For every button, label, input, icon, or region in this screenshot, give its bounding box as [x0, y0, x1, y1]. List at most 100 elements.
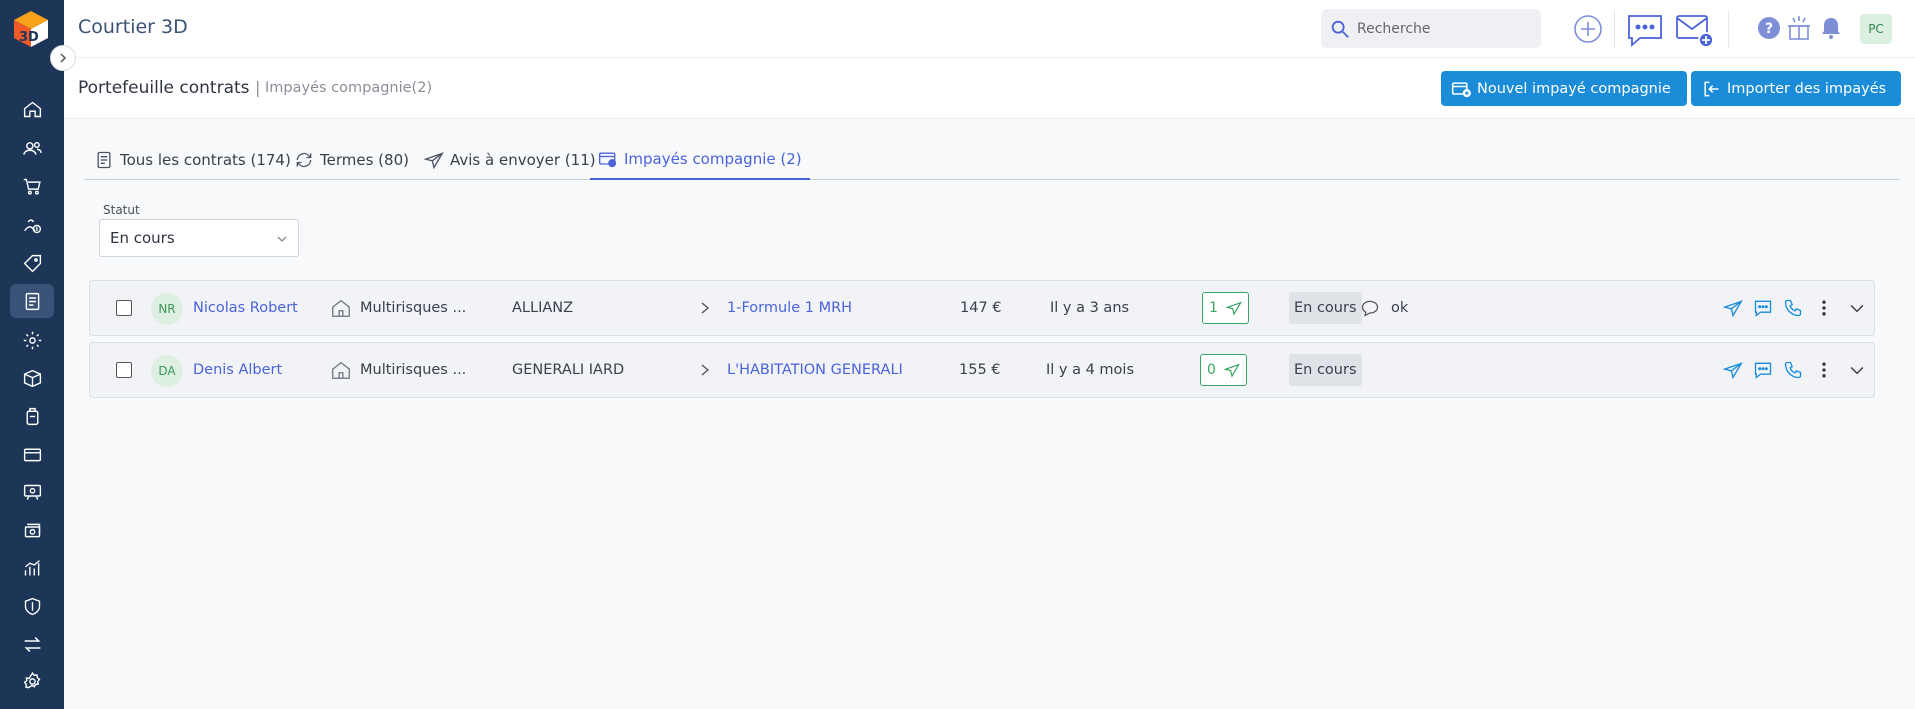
row-checkbox[interactable]	[116, 362, 132, 378]
shield-icon[interactable]	[10, 589, 54, 623]
user-avatar[interactable]: PC	[1860, 14, 1892, 44]
tab-unpaid[interactable]: Impayés compagnie (2)	[590, 140, 810, 180]
send-icon	[1225, 301, 1242, 316]
table-row[interactable]: NR Nicolas Robert Multirisques ... ALLIA…	[89, 280, 1875, 336]
chat-bubble-icon[interactable]	[1626, 12, 1664, 48]
users-icon[interactable]	[10, 131, 54, 165]
status-filter-label: Statut	[103, 203, 140, 217]
product-label: Multirisques ...	[360, 300, 467, 316]
new-unpaid-button[interactable]: Nouvel impayé compagnie	[1441, 71, 1687, 106]
insurer-cell: GENERALI IARD	[512, 362, 625, 378]
phone-icon[interactable]	[1782, 359, 1804, 381]
client-name-link[interactable]: Nicolas Robert	[193, 281, 298, 335]
mail-add-icon[interactable]	[1675, 12, 1715, 50]
formula-link[interactable]: L'HABITATION GENERALI	[727, 343, 903, 397]
settings-icon[interactable]	[10, 664, 54, 698]
svg-text:3D: 3D	[19, 30, 39, 45]
hand-money-icon[interactable]	[10, 208, 54, 242]
tab-label: Tous les contrats (174)	[120, 150, 291, 169]
import-unpaid-button[interactable]: Importer des impayés	[1691, 71, 1901, 106]
contracts-icon[interactable]	[10, 284, 54, 318]
status-filter-select[interactable]: En cours	[99, 219, 299, 257]
logo-icon[interactable]: 3D	[12, 9, 50, 49]
chevron-right-icon	[699, 281, 711, 335]
top-bar: Courtier 3D ? PC	[64, 0, 1915, 58]
avatar: NR	[151, 293, 183, 325]
comment-icon[interactable]	[1360, 281, 1380, 335]
date-cell: Il y a 4 mois	[1046, 362, 1135, 378]
breadcrumb-main[interactable]: Portefeuille contrats	[78, 78, 250, 98]
tab-notices[interactable]: Avis à envoyer (11)	[424, 140, 596, 179]
transfer-arrows-icon[interactable]	[10, 627, 54, 661]
message-icon[interactable]	[1752, 359, 1774, 381]
more-options-icon[interactable]	[1813, 359, 1835, 381]
formula-link[interactable]: 1-Formule 1 MRH	[727, 281, 852, 335]
import-unpaid-label: Importer des impayés	[1727, 80, 1887, 97]
product-cell: Multirisques ...	[330, 281, 466, 335]
payment-chat-icon[interactable]	[10, 475, 54, 509]
page-header: Portefeuille contrats | Impayés compagni…	[64, 58, 1915, 119]
settings-gear-icon[interactable]	[10, 323, 54, 357]
chevron-down-icon	[277, 236, 287, 242]
home-icon[interactable]	[10, 92, 54, 126]
row-checkbox[interactable]	[116, 300, 132, 316]
svg-text:?: ?	[1765, 21, 1773, 37]
contract-icon	[97, 151, 111, 168]
help-icon[interactable]: ?	[1757, 16, 1781, 40]
date-cell: Il y a 3 ans	[1050, 300, 1130, 316]
tag-icon[interactable]	[10, 246, 54, 280]
status-badge: En cours	[1289, 354, 1362, 386]
breadcrumb-separator: |	[255, 78, 261, 97]
notice-count-badge[interactable]: 0	[1200, 354, 1247, 386]
bell-icon[interactable]	[1818, 15, 1844, 41]
cash-stack-icon[interactable]	[10, 513, 54, 547]
expand-chevron-icon[interactable]	[1846, 359, 1868, 381]
status-badge: En cours	[1289, 292, 1362, 324]
notice-count: 0	[1207, 362, 1216, 378]
client-name-link[interactable]: Denis Albert	[193, 343, 282, 397]
sidebar: 3D	[0, 0, 64, 709]
tab-all-contracts[interactable]: Tous les contrats (174)	[94, 140, 291, 179]
stats-chart-icon[interactable]	[10, 551, 54, 585]
product-label: Multirisques ...	[360, 362, 467, 378]
box-icon[interactable]	[10, 361, 54, 395]
chevron-right-icon	[699, 343, 711, 397]
send-icon	[1223, 363, 1240, 378]
bottle-icon[interactable]	[10, 399, 54, 433]
send-icon[interactable]	[1722, 359, 1744, 381]
phone-icon[interactable]	[1782, 297, 1804, 319]
expand-chevron-icon[interactable]	[1846, 297, 1868, 319]
card-add-icon	[1451, 81, 1471, 97]
import-icon	[1704, 81, 1719, 96]
table-row[interactable]: DA Denis Albert Multirisques ... GENERAL…	[89, 342, 1875, 398]
avatar: DA	[151, 355, 183, 387]
notice-count: 1	[1209, 300, 1218, 316]
house-icon	[332, 361, 350, 379]
add-circle-icon[interactable]	[1573, 14, 1603, 44]
gift-celebration-icon[interactable]	[1785, 14, 1813, 42]
tabs: Tous les contrats (174) Termes (80) Avis…	[84, 140, 1900, 180]
search-input[interactable]	[1357, 20, 1527, 37]
tab-label: Termes (80)	[320, 150, 409, 169]
status-filter-value: En cours	[110, 229, 175, 247]
credit-card-icon[interactable]	[10, 437, 54, 471]
tab-terms[interactable]: Termes (80)	[294, 140, 409, 179]
breadcrumb-current: Impayés compagnie(2)	[265, 80, 433, 96]
amount-cell: 147 €	[960, 300, 1002, 316]
refresh-icon	[296, 152, 312, 167]
tab-label: Avis à envoyer (11)	[450, 150, 596, 169]
cart-icon[interactable]	[10, 169, 54, 203]
more-options-icon[interactable]	[1813, 297, 1835, 319]
search-box[interactable]	[1321, 9, 1541, 48]
house-icon	[332, 299, 350, 317]
message-icon[interactable]	[1752, 297, 1774, 319]
app-title: Courtier 3D	[78, 16, 188, 38]
chevron-right-icon	[60, 53, 67, 63]
notice-count-badge[interactable]: 1	[1202, 292, 1249, 324]
search-icon	[1331, 20, 1349, 38]
tab-label: Impayés compagnie (2)	[624, 150, 802, 168]
insurer-cell: ALLIANZ	[512, 300, 574, 316]
send-icon[interactable]	[1722, 297, 1744, 319]
sidebar-toggle-button[interactable]	[50, 45, 76, 71]
send-icon	[424, 151, 444, 169]
